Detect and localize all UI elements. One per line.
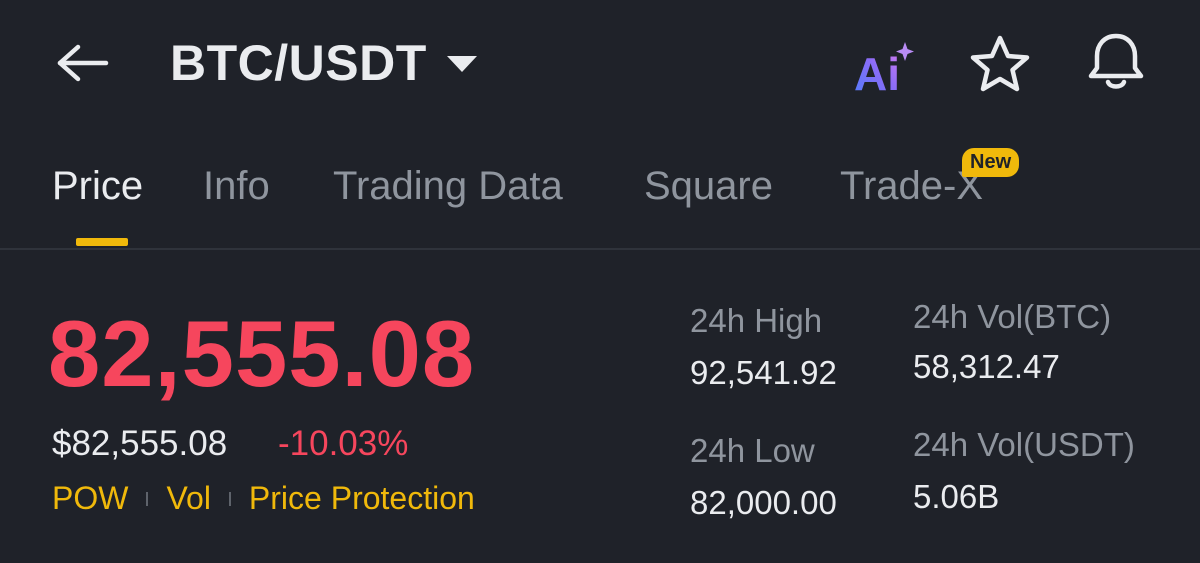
back-button[interactable] bbox=[52, 38, 112, 88]
alert-button[interactable] bbox=[1084, 30, 1148, 94]
price-change-percent: -10.03% bbox=[278, 424, 409, 463]
stat-24h-vol-btc-label: 24h Vol(BTC) bbox=[913, 298, 1112, 335]
pair-title: BTC/USDT bbox=[170, 35, 427, 91]
stat-24h-low-label: 24h Low bbox=[690, 432, 815, 469]
stat-24h-vol-btc-value: 58,312.47 bbox=[913, 348, 1060, 385]
tag-vol[interactable]: Vol bbox=[166, 480, 210, 517]
last-price: 82,555.08 bbox=[48, 301, 476, 406]
tag-pow[interactable]: POW bbox=[52, 480, 128, 517]
tab-square[interactable]: Square bbox=[644, 164, 773, 209]
stat-24h-high-label: 24h High bbox=[690, 302, 823, 339]
stat-24h-high-value: 92,541.92 bbox=[690, 354, 837, 391]
tab-trading-data[interactable]: Trading Data bbox=[333, 164, 563, 209]
svg-text:Ai: Ai bbox=[854, 48, 900, 96]
tag-list: POW Vol Price Protection bbox=[52, 480, 475, 517]
ai-button[interactable]: Ai bbox=[852, 40, 920, 100]
usd-price: $82,555.08 bbox=[52, 424, 228, 463]
tag-price-protection[interactable]: Price Protection bbox=[249, 480, 475, 517]
tab-info[interactable]: Info bbox=[203, 164, 270, 209]
favorite-button[interactable] bbox=[968, 34, 1032, 94]
tab-bar: Price Info Trading Data Square Trade-X bbox=[0, 150, 1200, 248]
chevron-down-icon bbox=[446, 56, 477, 72]
stat-24h-low-value: 82,000.00 bbox=[690, 484, 837, 521]
stat-24h-vol-usdt-label: 24h Vol(USDT) bbox=[913, 426, 1135, 463]
active-tab-indicator bbox=[76, 238, 128, 246]
tab-price[interactable]: Price bbox=[52, 164, 143, 209]
ai-icon: Ai bbox=[854, 42, 914, 100]
market-detail-page: BTC/USDT Ai Price Info Trading Data Squa… bbox=[0, 0, 1200, 563]
header-bar: BTC/USDT Ai bbox=[0, 0, 1200, 128]
back-arrow-icon bbox=[57, 44, 109, 82]
tag-separator bbox=[228, 491, 231, 506]
new-badge: New bbox=[962, 148, 1020, 177]
star-icon bbox=[970, 35, 1030, 92]
tag-separator bbox=[146, 491, 149, 506]
divider bbox=[0, 248, 1200, 250]
stat-24h-vol-usdt-value: 5.06B bbox=[913, 478, 1000, 515]
pair-selector[interactable]: BTC/USDT bbox=[170, 34, 477, 92]
bell-icon bbox=[1088, 33, 1144, 89]
